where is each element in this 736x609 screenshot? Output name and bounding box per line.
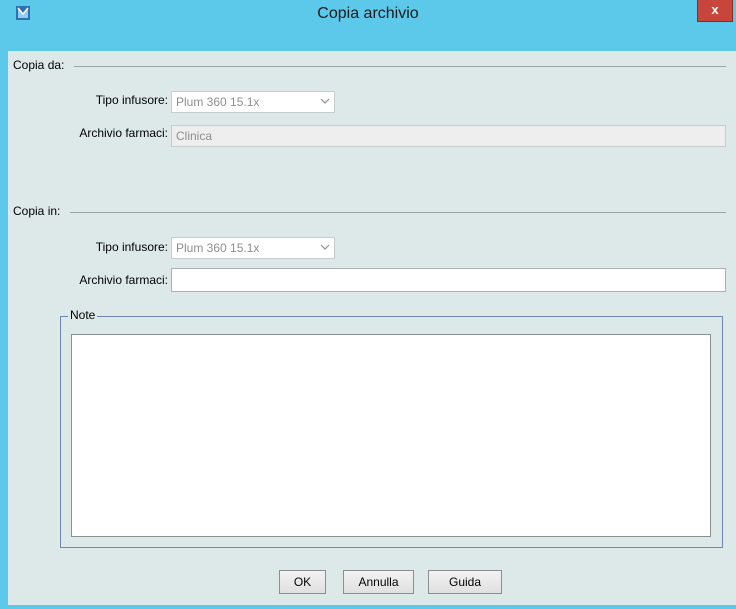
ok-button[interactable]: OK (279, 570, 326, 594)
copy-from-separator (74, 66, 726, 67)
dialog-body: Copia da: Tipo infusore: Plum 360 15.1x … (8, 51, 736, 605)
copy-from-section-label: Copia da: (13, 58, 65, 72)
title-bar[interactable]: Copia archivio x (0, 0, 736, 51)
copy-from-infuser-label: Tipo infusore: (95, 93, 168, 107)
window-title: Copia archivio (317, 5, 419, 22)
close-button[interactable]: x (697, 0, 733, 22)
cancel-button[interactable]: Annulla (343, 570, 414, 594)
notes-label: Note (68, 308, 98, 322)
copy-to-library-input[interactable] (171, 268, 726, 292)
copy-from-library-label: Archivio farmaci: (79, 126, 168, 140)
dialog-window: Copia archivio x Copia da: Tipo infusore… (0, 0, 736, 609)
copy-to-infuser-label: Tipo infusore: (95, 240, 168, 254)
copy-to-infuser-select[interactable]: Plum 360 15.1x (171, 237, 335, 259)
copy-from-library-field: Clinica (171, 125, 726, 147)
help-button[interactable]: Guida (428, 570, 502, 594)
copy-to-section-label: Copia in: (13, 204, 61, 218)
copy-from-infuser-select[interactable]: Plum 360 15.1x (171, 91, 335, 113)
chevron-down-icon (320, 244, 330, 250)
copy-to-separator (70, 212, 726, 213)
copy-to-library-label: Archivio farmaci: (79, 273, 168, 287)
chevron-down-icon (320, 98, 330, 104)
copy-to-infuser-value: Plum 360 15.1x (176, 241, 260, 255)
notes-textarea[interactable] (71, 334, 711, 537)
copy-from-infuser-value: Plum 360 15.1x (176, 95, 260, 109)
